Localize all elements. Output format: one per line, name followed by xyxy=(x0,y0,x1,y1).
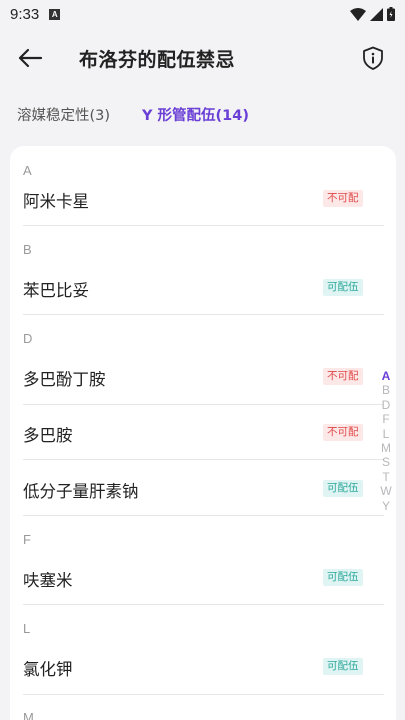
divider xyxy=(23,694,384,695)
tab-y-site-compatibility[interactable]: Y 形管配伍(14) xyxy=(142,104,249,125)
index-letter-t[interactable]: T xyxy=(382,470,389,484)
status-bar: 9:33 A xyxy=(0,0,405,28)
cell-signal-icon xyxy=(370,7,383,21)
index-letter-d[interactable]: D xyxy=(382,398,391,412)
status-badge: 可配伍 xyxy=(323,569,363,586)
item-name: 多巴胺 xyxy=(23,426,73,445)
index-letter-b[interactable]: B xyxy=(382,383,390,397)
index-letter-y[interactable]: Y xyxy=(382,499,390,513)
tab-solvent-stability[interactable]: 溶媒稳定性(3) xyxy=(17,104,110,125)
list-item-potassium-chloride[interactable]: 氯化钾 可配伍 xyxy=(10,640,396,696)
list-item-furosemide[interactable]: 呋塞米 可配伍 xyxy=(10,550,396,606)
section-header-b: B xyxy=(23,242,32,257)
app-notification-icon: A xyxy=(49,8,61,20)
app-header: 布洛芬的配伍禁忌 xyxy=(0,36,405,80)
back-button[interactable] xyxy=(16,46,44,70)
index-letter-w[interactable]: W xyxy=(380,484,391,498)
shield-info-icon xyxy=(360,46,386,75)
divider xyxy=(23,314,384,315)
status-badge: 不可配 xyxy=(323,190,363,207)
status-time: 9:33 xyxy=(10,5,40,23)
drug-list: A 阿米卡星 不可配 B 苯巴比妥 可配伍 D 多巴酚丁胺 不可配 多巴胺 不可… xyxy=(10,146,396,720)
alphabet-index-bar[interactable]: A B D F L M S T W Y xyxy=(376,369,396,513)
list-item-amikacin[interactable]: 阿米卡星 不可配 xyxy=(10,170,396,226)
item-name: 苯巴比妥 xyxy=(23,281,89,300)
info-button[interactable] xyxy=(360,45,386,71)
section-header-f: F xyxy=(23,532,31,547)
status-badge: 不可配 xyxy=(323,368,363,385)
list-item-dopamine[interactable]: 多巴胺 不可配 xyxy=(10,405,396,461)
section-header-m: M xyxy=(23,710,34,720)
status-badge: 可配伍 xyxy=(323,658,363,675)
status-badge: 可配伍 xyxy=(323,279,363,296)
tab-bar: 溶媒稳定性(3) Y 形管配伍(14) xyxy=(0,100,405,128)
list-item-dobutamine[interactable]: 多巴酚丁胺 不可配 xyxy=(10,349,396,405)
divider xyxy=(23,604,384,605)
battery-icon xyxy=(387,7,395,21)
section-header-d: D xyxy=(23,331,33,346)
divider xyxy=(23,515,384,516)
index-letter-f[interactable]: F xyxy=(382,412,389,426)
page-title: 布洛芬的配伍禁忌 xyxy=(79,49,236,71)
status-badge: 不可配 xyxy=(323,424,363,441)
item-name: 阿米卡星 xyxy=(23,192,89,211)
list-item-phenobarbital[interactable]: 苯巴比妥 可配伍 xyxy=(10,260,396,316)
index-letter-s[interactable]: S xyxy=(382,455,390,469)
arrow-left-icon xyxy=(16,48,44,74)
index-letter-m[interactable]: M xyxy=(381,441,391,455)
status-icons xyxy=(350,7,395,21)
item-name: 氯化钾 xyxy=(23,660,73,679)
status-badge: 可配伍 xyxy=(323,480,363,497)
list-item-lmw-heparin[interactable]: 低分子量肝素钠 可配伍 xyxy=(10,460,396,516)
section-header-l: L xyxy=(23,621,31,636)
index-letter-l[interactable]: L xyxy=(383,427,390,441)
index-letter-a[interactable]: A xyxy=(382,369,391,383)
item-name: 多巴酚丁胺 xyxy=(23,370,106,389)
item-name: 低分子量肝素钠 xyxy=(23,482,139,501)
divider xyxy=(23,225,384,226)
item-name: 呋塞米 xyxy=(23,571,73,590)
wifi-icon xyxy=(350,7,366,21)
